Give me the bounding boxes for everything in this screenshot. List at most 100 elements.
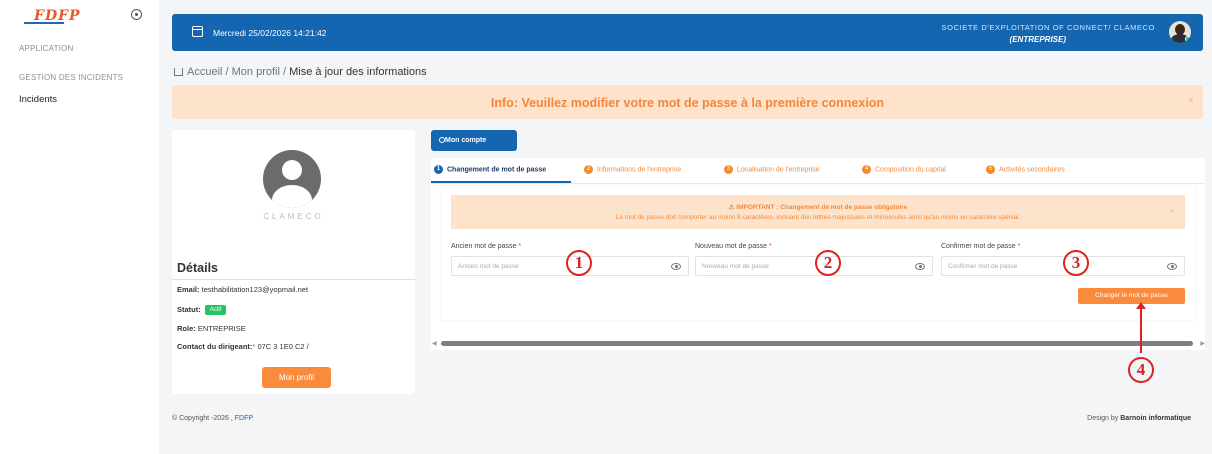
top-bar: Mercredi 25/02/2026 14:21:42 SOCIETE D'E… [172,14,1203,51]
tab-label: Composition du capital [875,166,946,174]
logo-underline [24,22,64,24]
label-text: Ancien mot de passe [451,243,517,250]
email-row: Email: testhabilitation123@yopmail.net [177,285,308,294]
copyright-text: © Copyright -2026 , [172,415,235,422]
sidebar-section-application: APPLICATION [19,44,74,53]
placeholder: Nouveau mot de passe [702,263,769,270]
active-tab-indicator [431,181,571,183]
tab-number: 3 [724,165,733,174]
design-prefix: Design by [1087,415,1121,422]
copyright: © Copyright -2026 , FDFP [172,415,253,422]
my-account-button[interactable]: Mon compte [431,130,517,151]
label-text: Nouveau mot de passe [695,243,767,250]
password-form-card: ⚠ IMPORTANT : Changement de mot de passe… [441,186,1195,320]
required-mark: * [252,342,256,351]
new-password-input[interactable]: Nouveau mot de passe [695,256,933,276]
my-account-label: Mon compte [445,137,487,144]
my-profile-button[interactable]: Mon profil [262,367,331,388]
eye-icon[interactable] [915,263,925,270]
status-row: Statut: Actif [177,305,227,316]
account-tabs-panel: 1 Changement de mot de passe 2 Information… [431,158,1205,350]
eye-icon[interactable] [1167,263,1177,270]
label-text: Confirmer mot de passe [941,243,1016,250]
annotation-marker-3: 3 [1063,250,1089,276]
scroll-right-icon[interactable]: ▶ [1200,340,1205,347]
company-name: SOCIETE D'EXPLOITATION OF CONNECT/ CLAME… [941,23,1155,32]
sidebar-item-incidents[interactable]: Incidents [19,94,57,105]
placeholder: Confirmer mot de passe [948,263,1018,270]
status-label: Statut: [177,305,201,314]
password-warning: ⚠ IMPORTANT : Changement de mot de passe… [451,195,1185,229]
info-banner: Info: Veuillez modifier votre mot de pas… [172,85,1203,119]
new-password-label: Nouveau mot de passe * [695,243,772,250]
avatar-head [282,160,302,180]
change-password-button[interactable]: Changer le mot de passe [1078,288,1185,304]
copyright-brand[interactable]: FDFP [235,415,253,422]
eye-icon[interactable] [671,263,681,270]
tab-capital-composition[interactable]: 4 Composition du capital [862,165,946,174]
breadcrumb-current: Mise à jour des informations [289,66,427,78]
required-mark: * [518,243,522,250]
design-credit: Design by Barnoin informatique [1087,415,1191,422]
annotation-marker-4: 4 [1128,357,1154,383]
tab-label: Activités secondaires [999,166,1065,174]
annotation-marker-1: 1 [566,250,592,276]
status-badge: Actif [204,305,227,316]
role-label: Role: [177,324,196,333]
contact-value: 07C 3 1E0 C2 / [257,342,309,351]
placeholder: Ancien mot de passe [458,263,519,270]
breadcrumb: Accueil / Mon profil / Mise à jour des i… [174,66,427,78]
avatar-body [272,185,312,208]
contact-row: Contact du dirigeant:* 07C 3 1E0 C2 / [177,342,309,351]
design-company: Barnoin informatique [1120,415,1191,422]
breadcrumb-home[interactable]: Accueil [187,66,222,78]
sidebar: FDFP APPLICATION GESTION DES INCIDENTS I… [0,0,160,454]
tabs-divider [431,183,1205,184]
scroll-left-icon[interactable]: ◀ [432,340,437,347]
main-content: Mercredi 25/02/2026 14:21:42 SOCIETE D'E… [159,0,1212,454]
profile-avatar [263,150,321,208]
home-icon [174,68,183,76]
sidebar-section-incidents: GESTION DES INCIDENTS [19,73,124,82]
role-row: Role: ENTREPRISE [177,324,246,333]
old-password-label: Ancien mot de passe * [451,243,521,250]
app-root: FDFP APPLICATION GESTION DES INCIDENTS I… [0,0,1212,454]
role-value: ENTREPRISE [197,324,246,333]
tab-number: 2 [584,165,593,174]
scrollbar-thumb[interactable] [441,341,1193,346]
close-icon[interactable]: × [1188,95,1194,107]
tab-number: 5 [986,165,995,174]
current-datetime: Mercredi 25/02/2026 14:21:42 [213,28,327,38]
user-avatar[interactable] [1169,21,1191,43]
horizontal-scrollbar[interactable]: ◀ ▶ [431,339,1205,348]
profile-name: CLAMECO [263,212,324,221]
email-label: Email: [177,285,200,294]
divider [172,279,415,280]
breadcrumb-separator: / [222,66,232,78]
online-status-icon [1185,36,1191,42]
tab-label: Localisation de l'entreprise [737,166,820,174]
tab-company-info[interactable]: 2 Informations de l'entreprise [584,165,681,174]
tab-company-location[interactable]: 3 Localisation de l'entreprise [724,165,820,174]
user-icon [439,137,445,143]
email-value: testhabilitation123@yopmail.net [201,285,309,294]
breadcrumb-profile[interactable]: Mon profil [232,66,280,78]
tab-number: 1 [434,165,443,174]
user-role: (ENTREPRISE) [1009,35,1066,44]
tab-number: 4 [862,165,871,174]
warning-title: ⚠ IMPORTANT : Changement de mot de passe… [728,204,908,211]
required-mark: * [1017,243,1021,250]
annotation-arrow-line [1140,307,1142,353]
tab-label: Changement de mot de passe [447,166,547,174]
profile-card: CLAMECO Détails Email: testhabilitation1… [172,130,415,394]
breadcrumb-separator: / [279,66,290,78]
close-icon[interactable]: × [1170,206,1175,216]
calendar-icon [192,26,203,37]
warning-text: Le mot de passe doit comporter au moins … [615,214,1021,221]
sidebar-toggle-icon[interactable] [131,9,142,20]
tab-password-change[interactable]: 1 Changement de mot de passe [434,165,546,174]
required-mark: * [768,243,772,250]
confirm-password-label: Confirmer mot de passe * [941,243,1020,250]
tab-secondary-activities[interactable]: 5 Activités secondaires [986,165,1065,174]
details-title: Détails [177,261,218,275]
